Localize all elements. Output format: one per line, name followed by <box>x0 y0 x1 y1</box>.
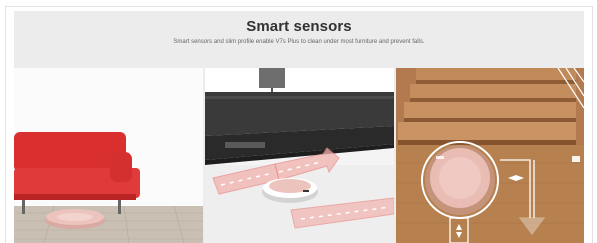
smart-sensors-section: Smart sensors Smart sensors and slim pro… <box>14 11 584 243</box>
photo-strip <box>14 68 584 243</box>
robot-vacuum-icon <box>45 209 105 229</box>
wooden-stairs-icon <box>398 68 576 145</box>
robot-stairs-cliff-sensor-photo <box>396 68 584 243</box>
section-title: Smart sensors <box>246 18 352 35</box>
robot-under-sofa-photo <box>14 68 203 243</box>
section-subtitle: Smart sensors and slim profile enable V7… <box>173 39 425 45</box>
robot-path-navigation-photo <box>205 68 394 243</box>
robot-vacuum-icon <box>262 178 318 203</box>
robot-vacuum-icon <box>421 141 499 219</box>
